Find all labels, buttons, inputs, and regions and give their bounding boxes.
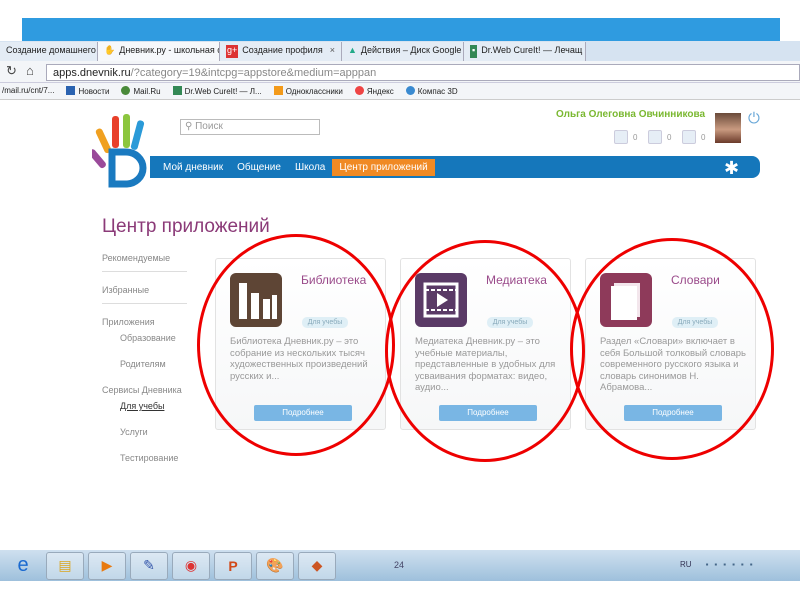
bookmark[interactable]: Mail.Ru <box>121 86 161 96</box>
sidebar-item-recommended[interactable]: Рекомендуемые <box>102 250 187 272</box>
google-plus-icon: g+ <box>226 45 239 58</box>
nav-my-diary[interactable]: Мой дневник <box>156 159 230 176</box>
sidebar-item-apps[interactable]: Приложения <box>102 314 187 330</box>
sidebar-item-services[interactable]: Сервисы Дневника <box>102 382 187 398</box>
highlight-ellipse <box>385 240 585 462</box>
search-icon: ⚲ <box>185 121 196 132</box>
user-name[interactable]: Ольга Олеговна Овчинникова <box>556 109 705 120</box>
bookmark-label: Новости <box>78 87 110 96</box>
odnoklassniki-icon <box>273 86 283 95</box>
bookmark[interactable]: Компас 3D <box>405 86 458 96</box>
bookmark-label: Mail.Ru <box>133 87 161 96</box>
sidebar-item-education[interactable]: Образование <box>102 330 187 346</box>
dnevnik-icon: ✋ <box>104 45 116 55</box>
ie-icon[interactable]: e <box>4 552 42 580</box>
tab-label: Действия – Диск Google <box>360 45 462 55</box>
app-icon[interactable]: ✎ <box>130 551 168 580</box>
google-drive-icon: ▲ <box>348 45 357 55</box>
home-icon[interactable]: ⌂ <box>26 63 34 78</box>
language-indicator[interactable]: RU <box>680 560 692 569</box>
power-icon[interactable]: ⏻ <box>748 110 760 127</box>
tray-icons[interactable]: ▪▪▪▪▪▪ <box>706 560 759 569</box>
address-bar[interactable]: apps.dnevnik.ru/?category=19&intcpg=apps… <box>46 64 800 81</box>
gear-icon[interactable]: ✱ <box>724 158 782 179</box>
page-title: Центр приложений <box>102 216 270 237</box>
bookmark[interactable]: Dr.Web CureIt! — Л... <box>172 86 262 96</box>
slide-header-bar <box>22 18 780 42</box>
tab-active[interactable]: ✋Дневник.ру - школьная с× <box>98 42 220 61</box>
mailru-icon <box>121 86 131 95</box>
nav-communication[interactable]: Общение <box>230 159 288 176</box>
bookmark-label: Одноклассники <box>285 87 343 96</box>
paint-icon[interactable]: 🎨 <box>256 551 294 580</box>
tab[interactable]: Создание домашнего за× <box>0 42 98 61</box>
kompas-icon <box>405 86 415 95</box>
news-icon <box>66 86 76 95</box>
powerpoint-icon[interactable]: P <box>214 551 252 580</box>
system-tray: RU ▪▪▪▪▪▪ <box>680 560 759 569</box>
media-player-icon[interactable]: ▶ <box>88 551 126 580</box>
sidebar-item-favorites[interactable]: Избранные <box>102 282 187 304</box>
explorer-icon[interactable]: ▤ <box>46 551 84 580</box>
url-path: /?category=19&intcpg=appstore&medium=app… <box>130 67 377 79</box>
sidebar-item-study[interactable]: Для учебы <box>102 398 187 414</box>
tab[interactable]: ▲Действия – Диск Google× <box>342 42 464 61</box>
tab-label: Dr.Web CureIt! — Лечащ <box>481 45 583 55</box>
tab-label: Дневник.ру - школьная с <box>119 45 220 55</box>
friends-count: 0 <box>667 133 672 142</box>
sidebar: Рекомендуемые Избранные Приложения Образ… <box>102 250 187 476</box>
drweb-icon: ▪ <box>470 45 478 58</box>
dnevnik-logo[interactable] <box>92 110 154 188</box>
sidebar-item-testing[interactable]: Тестирование <box>102 450 187 466</box>
search-placeholder: Поиск <box>195 121 223 132</box>
yandex-icon <box>354 86 364 95</box>
url-host: apps.dnevnik.ru <box>53 67 131 79</box>
tab[interactable]: ▪Dr.Web CureIt! — Лечащ× <box>464 42 586 61</box>
bookmark[interactable]: /mail.ru/cnt/7... <box>2 86 54 96</box>
bookmarks-bar: /mail.ru/cnt/7... Новости Mail.Ru Dr.Web… <box>0 83 800 100</box>
nav-school[interactable]: Школа <box>288 159 332 176</box>
bookmark-label: Компас 3D <box>417 87 458 96</box>
highlight-ellipse <box>570 238 774 460</box>
tab[interactable]: g+ Создание профиля × <box>220 42 342 61</box>
tab-label: Создание домашнего за <box>6 45 98 55</box>
bookmark-label: Dr.Web CureIt! — Л... <box>184 87 262 96</box>
close-icon[interactable]: × <box>330 45 335 58</box>
chrome-icon[interactable]: ◉ <box>172 551 210 580</box>
browser-tabs: Создание домашнего за× ✋Дневник.ру - шко… <box>0 41 800 61</box>
messages-icon[interactable] <box>614 130 628 144</box>
slide-number: 24 <box>394 560 405 570</box>
bookmark[interactable]: Яндекс <box>354 86 394 96</box>
sidebar-item-parents[interactable]: Родителям <box>102 356 187 372</box>
tab-label: Создание профиля <box>242 45 323 55</box>
drweb-icon <box>172 86 182 95</box>
groups-count: 0 <box>701 133 706 142</box>
messages-count: 0 <box>633 133 638 142</box>
search-input[interactable]: ⚲ Поиск <box>180 119 320 135</box>
nav-app-center[interactable]: Центр приложений <box>332 158 435 176</box>
main-nav: Мой дневник Общение Школа Центр приложен… <box>150 156 760 178</box>
app-icon[interactable]: ◆ <box>298 551 336 580</box>
highlight-ellipse <box>197 234 395 456</box>
bookmark-label: Яндекс <box>366 87 394 96</box>
sidebar-item-services-paid[interactable]: Услуги <box>102 424 187 440</box>
groups-icon[interactable] <box>682 130 696 144</box>
friends-icon[interactable] <box>648 130 662 144</box>
avatar[interactable] <box>715 113 741 143</box>
bookmark[interactable]: Новости <box>66 86 109 96</box>
reload-icon[interactable]: ↻ <box>6 63 17 79</box>
bookmark[interactable]: Одноклассники <box>273 86 343 96</box>
